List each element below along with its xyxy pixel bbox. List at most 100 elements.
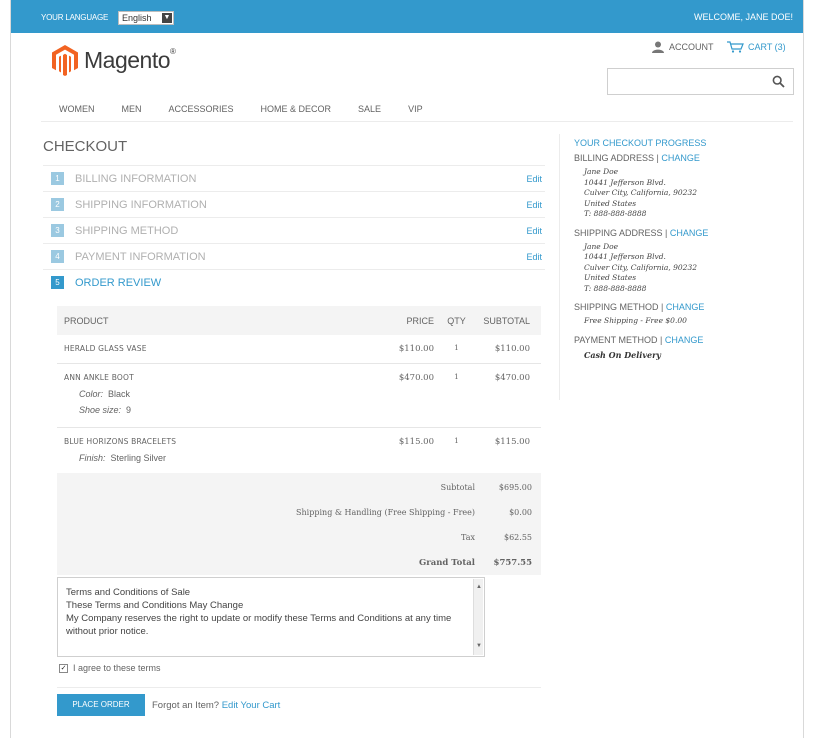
edit-link[interactable]: Edit [526, 174, 542, 184]
step-number: 5 [51, 276, 64, 289]
payment-method-section: PAYMENT METHOD | CHANGE Cash On Delivery [574, 335, 759, 360]
nav-item-vip[interactable]: VIP [408, 104, 423, 114]
nav-item-women[interactable]: WOMEN [59, 104, 95, 114]
method-title: SHIPPING METHOD [574, 302, 659, 312]
product-option: Finish: Sterling Silver [79, 453, 166, 463]
step-shipping-method: 3 SHIPPING METHOD Edit [43, 217, 545, 243]
language-select[interactable]: English ▼ [118, 11, 174, 25]
address-line: Culver City, California, 90232 [584, 188, 697, 197]
table-row: HERALD GLASS VASE $110.00 1 $110.00 [57, 335, 541, 364]
agree-label: I agree to these terms [73, 663, 161, 673]
payment-title: PAYMENT METHOD [574, 334, 658, 345]
agree-checkbox[interactable]: ✓ [59, 663, 68, 673]
order-totals: Subtotal $695.00 Shipping & Handling (Fr… [57, 473, 541, 575]
top-bar: YOUR LANGUAGE English ▼ WELCOME, JANE DO… [11, 0, 803, 33]
logo[interactable]: Magento® [50, 44, 176, 76]
grand-total-label: Grand Total [418, 558, 475, 568]
product-option: Shoe size: 9 [79, 405, 131, 415]
nav-divider [41, 121, 793, 122]
shipping-label: Shipping & Handling (Free Shipping - Fre… [296, 508, 475, 517]
product-option: Color: Black [79, 389, 130, 399]
checkout-progress: YOUR CHECKOUT PROGRESS BILLING ADDRESS |… [559, 134, 759, 400]
terms-line: My Company reserves the right to update … [66, 613, 452, 637]
address-line: Culver City, California, 90232 [584, 262, 697, 272]
step-label: BILLING INFORMATION [75, 172, 197, 185]
change-payment-link[interactable]: CHANGE [665, 335, 704, 345]
logo-registered-mark: ® [170, 46, 176, 56]
address-line: United States [584, 273, 637, 282]
step-number: 2 [51, 198, 64, 211]
cart-icon [727, 41, 744, 53]
edit-link[interactable]: Edit [526, 252, 542, 262]
table-row: BLUE HORIZONS BRACELETS $115.00 1 $115.0… [57, 428, 541, 474]
account-link[interactable]: ACCOUNT [651, 41, 714, 53]
user-icon [652, 41, 664, 53]
product-price: $470.00 [398, 373, 434, 383]
edit-cart-link[interactable]: Edit Your Cart [222, 700, 281, 711]
search-icon[interactable] [772, 75, 785, 88]
table-row: ANN ANKLE BOOT $470.00 1 $470.00 Color: … [57, 364, 541, 428]
grand-total-value: $757.55 [493, 558, 532, 568]
payment-method-value: Cash On Delivery [584, 349, 661, 360]
nav-item-accessories[interactable]: ACCESSORIES [169, 104, 234, 114]
change-billing-link[interactable]: CHANGE [661, 153, 700, 163]
shipping-value: $0.00 [509, 508, 532, 517]
chevron-down-icon: ▼ [162, 13, 172, 23]
shipping-method-value: Free Shipping - Free $0.00 [584, 316, 687, 325]
welcome-message: WELCOME, JANE DOE! [693, 12, 793, 22]
step-label: SHIPPING INFORMATION [75, 198, 207, 211]
edit-link[interactable]: Edit [526, 226, 542, 236]
cart-link[interactable]: CART (3) [726, 41, 786, 53]
shipping-address: Jane Doe 10441 Jefferson Blvd. Culver Ci… [584, 242, 759, 295]
search-input[interactable] [607, 68, 794, 95]
checkout-steps: 1 BILLING INFORMATION Edit 2 SHIPPING IN… [43, 165, 545, 295]
address-line: Jane Doe [584, 167, 619, 176]
product-qty: 1 [454, 437, 459, 445]
header-qty: QTY [447, 315, 466, 326]
product-qty: 1 [454, 373, 459, 381]
option-value: Sterling Silver [110, 453, 167, 463]
address-line: 10441 Jefferson Blvd. [584, 252, 666, 261]
address-line: United States [584, 198, 637, 208]
product-price: $115.00 [398, 437, 434, 447]
product-name: ANN ANKLE BOOT [64, 373, 134, 382]
page-title: CHECKOUT [43, 138, 128, 155]
edit-link[interactable]: Edit [526, 200, 542, 210]
product-subtotal: $115.00 [494, 437, 530, 447]
change-method-link[interactable]: CHANGE [666, 302, 705, 312]
option-value: Black [108, 389, 131, 399]
forgot-text: Forgot an Item? [152, 700, 220, 711]
scroll-up-icon[interactable]: ▲ [476, 581, 482, 594]
scrollbar[interactable]: ▲ ▼ [473, 579, 483, 655]
main-nav: WOMEN MEN ACCESSORIES HOME & DECOR SALE … [59, 104, 423, 114]
terms-textarea[interactable]: Terms and Conditions of Sale These Terms… [57, 577, 485, 657]
nav-item-home-decor[interactable]: HOME & DECOR [261, 104, 332, 114]
terms-line: Terms and Conditions of Sale [66, 587, 191, 598]
language-label: YOUR LANGUAGE [41, 13, 109, 22]
step-number: 1 [51, 172, 64, 185]
subtotal-label: Subtotal [440, 483, 475, 492]
logo-text: Magento [84, 46, 171, 73]
option-label: Color: [79, 389, 104, 399]
agree-terms[interactable]: ✓ I agree to these terms [59, 663, 161, 673]
language-value: English [122, 13, 152, 23]
scroll-down-icon[interactable]: ▼ [476, 640, 482, 653]
table-header: PRODUCT PRICE QTY SUBTOTAL [57, 306, 541, 335]
tax-label: Tax [461, 533, 475, 542]
magento-logo-icon [52, 45, 78, 76]
shipping-method-section: SHIPPING METHOD | CHANGE Free Shipping -… [574, 302, 759, 327]
tax-value: $62.55 [504, 533, 532, 542]
step-order-review: 5 ORDER REVIEW [43, 269, 545, 295]
header-product: PRODUCT [64, 315, 109, 326]
nav-item-men[interactable]: MEN [122, 104, 142, 114]
account-label: ACCOUNT [669, 42, 714, 52]
product-name: BLUE HORIZONS BRACELETS [64, 437, 177, 446]
forgot-item: Forgot an Item? Edit Your Cart [152, 700, 280, 711]
change-shipping-link[interactable]: CHANGE [670, 228, 709, 238]
step-billing: 1 BILLING INFORMATION Edit [43, 165, 545, 191]
place-order-button[interactable]: PLACE ORDER [57, 694, 145, 716]
progress-title: YOUR CHECKOUT PROGRESS [574, 138, 707, 148]
header-price: PRICE [406, 315, 434, 326]
product-subtotal: $110.00 [494, 344, 530, 354]
nav-item-sale[interactable]: SALE [358, 104, 381, 114]
